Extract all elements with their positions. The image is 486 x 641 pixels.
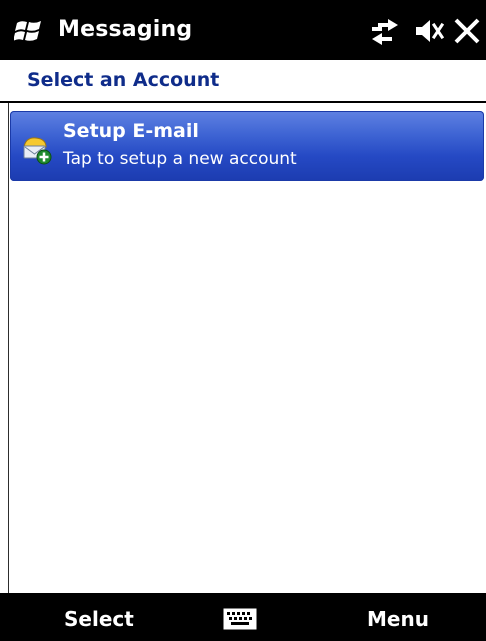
- softkey-bar: Select Menu: [0, 593, 486, 641]
- volume-muted-icon[interactable]: [414, 15, 444, 47]
- list-left-border: [8, 103, 9, 593]
- messaging-screen: Messaging Select an Account Setup E-mail: [0, 0, 486, 641]
- select-softkey[interactable]: Select: [64, 605, 134, 633]
- keyboard-icon[interactable]: [223, 608, 257, 630]
- app-title: Messaging: [58, 17, 193, 42]
- windows-flag-icon[interactable]: [14, 18, 44, 44]
- account-subtitle: Tap to setup a new account: [63, 149, 297, 169]
- title-bar: Messaging: [0, 0, 486, 60]
- menu-softkey[interactable]: Menu: [367, 605, 429, 633]
- connectivity-icon[interactable]: [368, 15, 402, 47]
- close-icon[interactable]: [452, 15, 482, 47]
- page-title: Select an Account: [27, 69, 220, 91]
- list-item-setup-email[interactable]: Setup E-mail Tap to setup a new account: [10, 111, 484, 181]
- account-title: Setup E-mail: [63, 120, 199, 142]
- page-header: Select an Account: [0, 60, 486, 102]
- add-email-account-icon: [23, 137, 52, 165]
